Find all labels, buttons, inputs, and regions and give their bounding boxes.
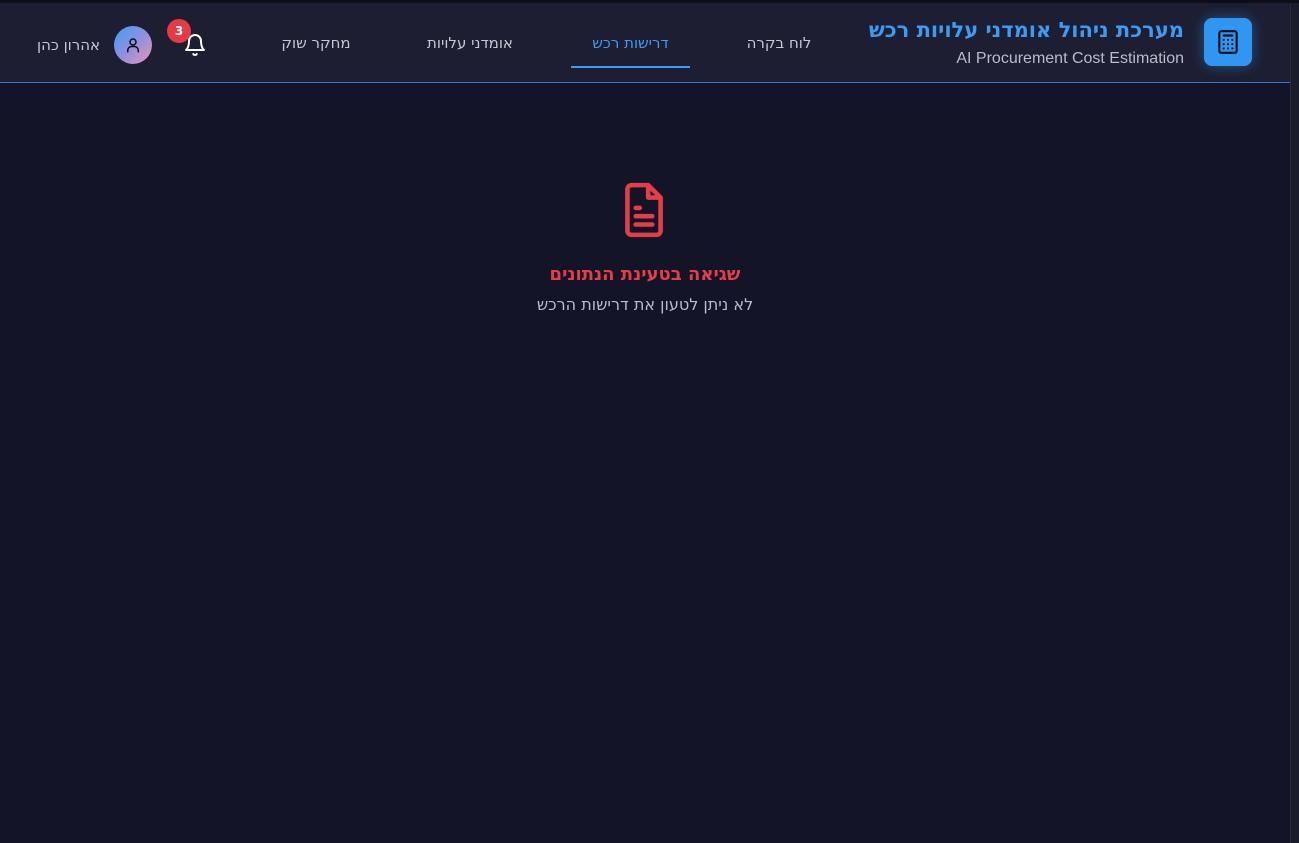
- user-icon: [127, 38, 139, 53]
- scrollbar[interactable]: [1290, 3, 1299, 843]
- user-name[interactable]: אהרון כהן: [37, 36, 100, 54]
- calculator-icon: [1204, 18, 1252, 66]
- notification-badge: 3: [167, 19, 191, 43]
- tab-cost-estimates[interactable]: אומדני עלויות: [412, 34, 528, 68]
- error-title: שגיאה בטעינת הנתונים: [549, 264, 741, 285]
- app-title: מערכת ניהול אומדני עלויות רכש: [868, 18, 1184, 42]
- tab-procurement-requests[interactable]: דרישות רכש: [571, 34, 690, 68]
- avatar[interactable]: [114, 26, 152, 64]
- tab-dashboard[interactable]: לוח בקרה: [730, 34, 828, 68]
- app-window: מערכת ניהול אומדני עלויות רכש AI Procure…: [0, 0, 1299, 843]
- app-subtitle: AI Procurement Cost Estimation: [956, 50, 1184, 67]
- error-message: לא ניתן לטעון את דרישות הרכש: [536, 295, 754, 314]
- top-header: מערכת ניהול אומדני עלויות רכש AI Procure…: [0, 3, 1290, 83]
- tab-market-research[interactable]: מחקר שוק: [268, 34, 364, 68]
- file-text-icon: [619, 181, 669, 239]
